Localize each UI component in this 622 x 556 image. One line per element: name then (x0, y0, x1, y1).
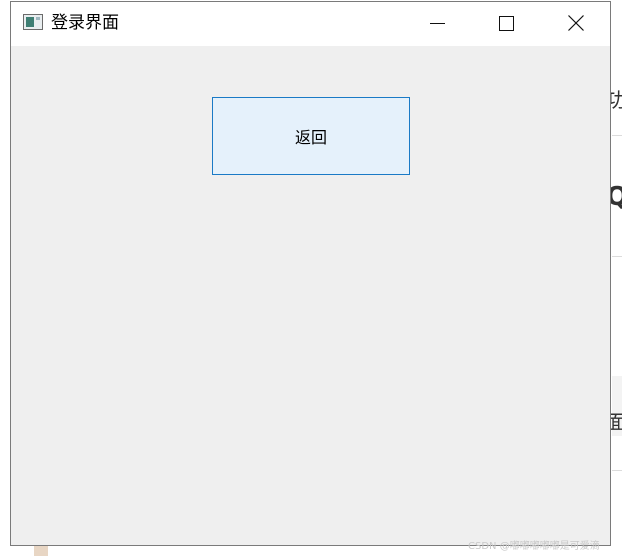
background-divider (612, 470, 622, 471)
background-divider (612, 256, 622, 257)
window-title: 登录界面 (51, 13, 119, 33)
minimize-icon (430, 23, 445, 24)
background-divider (612, 135, 622, 136)
login-window: 登录界面 返回 (10, 1, 611, 546)
maximize-button[interactable] (483, 2, 529, 46)
close-icon (568, 15, 584, 31)
maximize-icon (499, 16, 514, 31)
minimize-button[interactable] (414, 2, 460, 46)
close-button[interactable] (553, 2, 599, 46)
app-icon-pane (36, 17, 40, 20)
app-icon-pane (26, 17, 34, 27)
title-bar[interactable]: 登录界面 (11, 2, 610, 46)
background-thumbnail (34, 546, 48, 556)
back-button[interactable]: 返回 (212, 97, 410, 175)
watermark: CSDN @嘟嘟嘟嘟嘟是可爱滴 (468, 541, 600, 552)
app-window-icon (23, 14, 43, 30)
